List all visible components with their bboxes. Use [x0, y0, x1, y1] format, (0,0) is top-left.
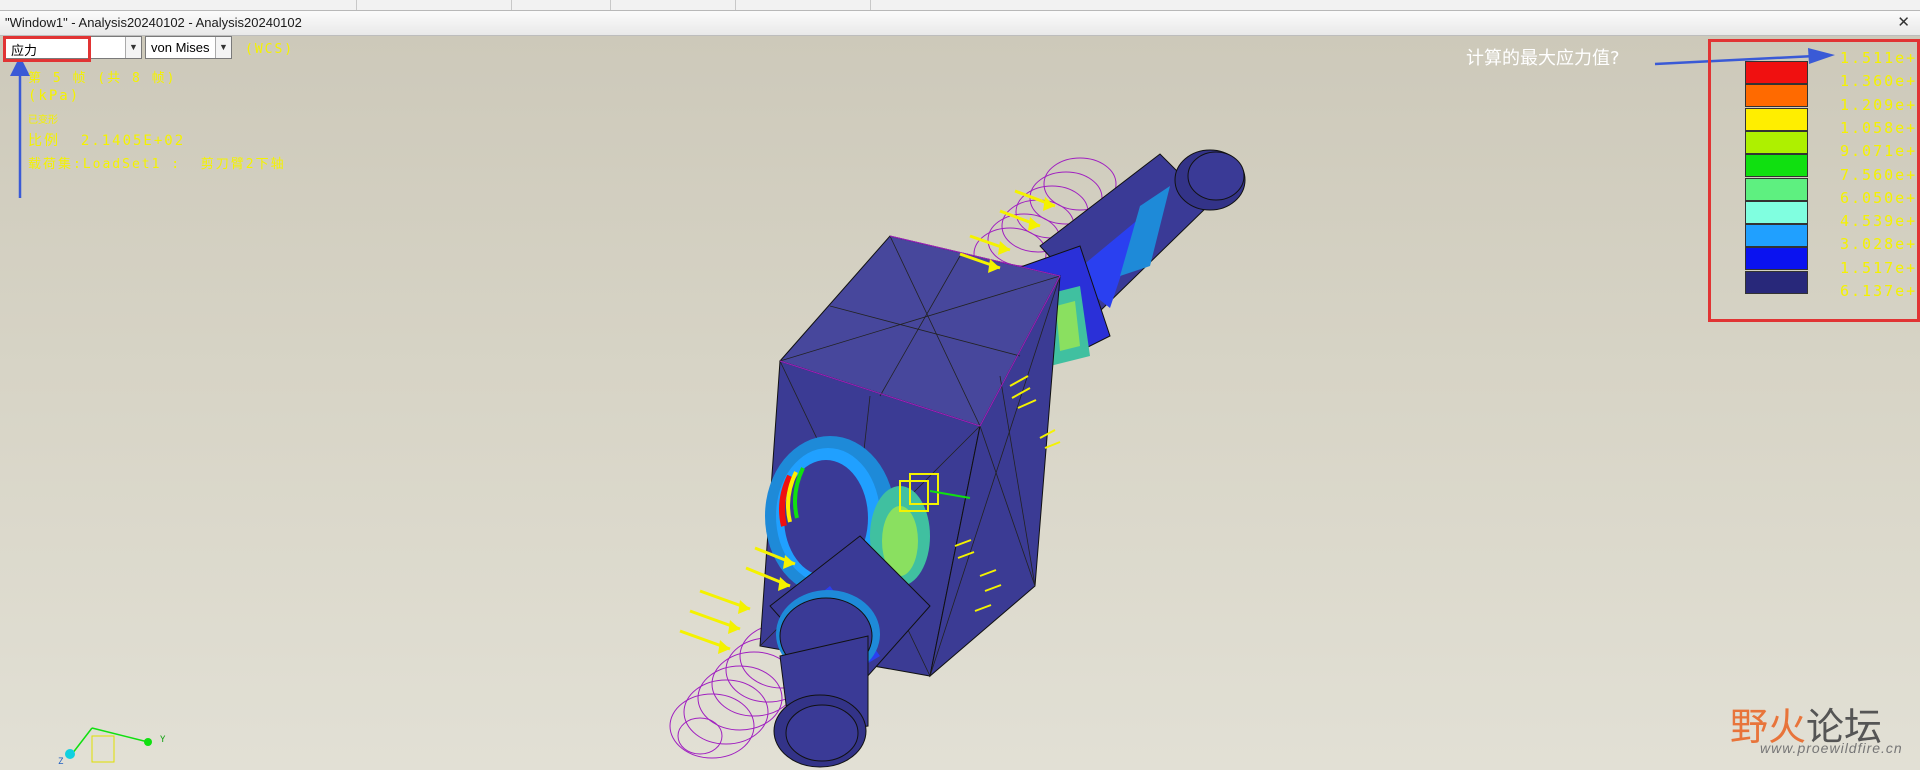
- legend-label: 1.511e+: [1840, 49, 1918, 67]
- legend-label: 3.028e+: [1840, 235, 1918, 254]
- legend-swatch: [1745, 270, 1808, 294]
- legend-label: 6.050e+: [1840, 188, 1918, 207]
- info-units: (kPa): [28, 88, 81, 104]
- legend-label: 1.058e+: [1840, 118, 1918, 137]
- annotation-text: 计算的最大应力值?: [1466, 48, 1620, 69]
- legend-label: 1.517e+: [1840, 258, 1918, 277]
- legend-label: 6.137e+: [1840, 282, 1918, 300]
- info-deformed: 已变形: [28, 115, 58, 126]
- coordinate-triad: [65, 727, 152, 763]
- legend-swatch: [1745, 84, 1808, 108]
- legend-label: 9.071e+: [1840, 142, 1918, 161]
- legend-swatch: [1745, 224, 1808, 248]
- watermark-url: www.proewildfire.cn: [1760, 740, 1903, 756]
- coord-system-label: (WCS): [245, 42, 295, 57]
- info-loadset: 载荷集:LoadSet1 : 剪刀臂2下轴: [28, 157, 286, 172]
- watermark-logo: 野火论坛 www.proewildfire.cn: [1730, 696, 1902, 756]
- legend-swatch: [1745, 177, 1808, 201]
- legend-label: 4.539e+: [1840, 212, 1918, 231]
- chevron-down-icon[interactable]: ▼: [125, 37, 141, 58]
- info-step: 第 5 帧 (共 8 帧): [28, 71, 177, 86]
- legend-swatch: [1745, 154, 1808, 178]
- component-dropdown[interactable]: von Mises ▼: [145, 36, 232, 59]
- legend-swatch: [1745, 61, 1808, 84]
- close-icon[interactable]: ✕: [1897, 13, 1910, 31]
- info-scale: 比例 2.1405E+02: [28, 133, 186, 149]
- legend-swatch: [1745, 130, 1808, 154]
- chevron-down-icon[interactable]: ▼: [215, 37, 231, 58]
- axis-label-z: Z: [58, 757, 64, 767]
- window-titlebar: "Window1" - Analysis20240102 - Analysis2…: [0, 11, 1920, 36]
- legend-swatch: [1745, 200, 1808, 224]
- window-title: "Window1" - Analysis20240102 - Analysis2…: [5, 15, 302, 30]
- legend-swatch: [1745, 107, 1808, 131]
- component-value: von Mises: [151, 40, 210, 55]
- legend-swatch: [1745, 247, 1808, 271]
- model-render: [10, 48, 1835, 768]
- axis-label-y: Y: [160, 735, 166, 745]
- result-type-highlight: [3, 36, 91, 62]
- legend-label: 1.360e+: [1840, 72, 1918, 91]
- legend-label: 7.560e+: [1840, 165, 1918, 184]
- graphics-viewport[interactable]: Y Z 应力 ▼ von Mises ▼ (WCS) 第 5 帧 (共 8 帧)…: [0, 36, 1920, 770]
- menu-strip: [0, 0, 1920, 11]
- legend-label: 1.209e+: [1840, 95, 1918, 114]
